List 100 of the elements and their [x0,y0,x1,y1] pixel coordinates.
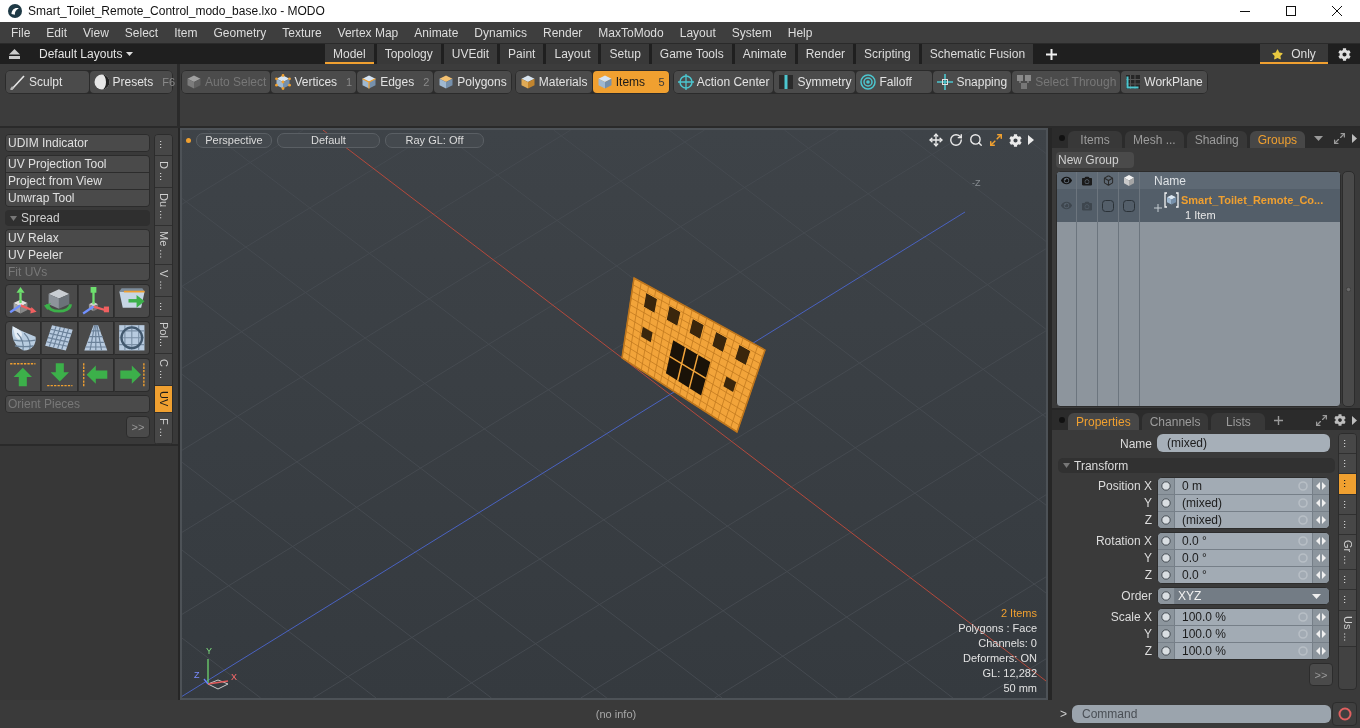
side-tab[interactable]: ... [1339,590,1356,611]
triangle-right-icon[interactable] [1352,133,1357,143]
layout-tab[interactable]: Scripting [856,44,919,64]
tool-button[interactable] [41,284,78,318]
triangle-right-icon[interactable] [1028,135,1034,145]
menu-item[interactable]: File [3,25,39,40]
side-tab[interactable]: Du ... [155,187,172,226]
toolbar-button[interactable]: WorkPlane [1121,71,1207,93]
side-tab[interactable]: ... [1339,434,1356,455]
tool-list-item[interactable]: Unwrap Tool [6,190,149,206]
toolbar-button[interactable]: Falloff [856,71,933,93]
side-tab[interactable]: V ... [155,265,172,297]
only-toggle[interactable]: Only [1260,44,1328,64]
camera-icon[interactable] [1082,175,1092,186]
search-icon[interactable] [969,133,983,147]
keyframe-circle-icon[interactable] [1158,567,1174,583]
keyframe-circle-icon[interactable] [1158,609,1174,625]
tool-button[interactable] [77,321,114,355]
panel-tab[interactable]: Groups [1249,131,1306,148]
eject-icon[interactable] [9,49,20,59]
toolbar-button[interactable]: Snapping [933,71,1012,93]
left-right-arrows-icon[interactable] [1313,567,1329,583]
tool-list-item[interactable]: UV Projection Tool [6,156,149,172]
view-button[interactable]: Ray GL: Off [385,133,484,148]
side-tab[interactable]: F ... [155,413,172,444]
keyframe-circle-icon[interactable] [1158,550,1174,566]
side-tab[interactable]: Gr ... [1339,534,1356,571]
section-header[interactable]: Transform [1058,458,1335,473]
toolbar-button[interactable]: Symmetry [774,71,856,93]
cube-outline-icon[interactable] [1102,175,1114,186]
menu-item[interactable]: Texture [274,25,330,40]
side-tab[interactable]: Us ... [1339,610,1356,648]
side-tab[interactable]: ... [155,296,172,318]
dropdown[interactable]: XYZ [1175,588,1329,604]
tool-list-item[interactable]: Project from View [6,173,149,189]
view-button[interactable]: Default [277,133,380,148]
value-field[interactable]: (mixed) [1175,512,1312,528]
menu-item[interactable]: Vertex Map [329,25,407,40]
panel-tab[interactable]: Properties [1068,413,1139,430]
side-tab[interactable]: ... [1339,514,1356,535]
tool-button[interactable] [41,358,78,392]
keyframe-circle-icon[interactable] [1158,495,1174,511]
toolbar-button[interactable]: Action Center [673,71,774,93]
3d-viewport[interactable]: Perspective Default Ray GL: Off -Z 2 Items Polygons : Face Channels: 0 Deformers: ON GL: 12,282 50 mm Y Z X [180,128,1048,700]
section-header[interactable]: Spread [5,210,150,226]
menu-item[interactable]: Dynamics [466,25,535,40]
expand-icon[interactable] [989,133,1003,147]
left-right-arrows-icon[interactable] [1313,533,1329,549]
side-tab[interactable]: ... [1339,474,1356,495]
maximize-icon[interactable] [1285,5,1297,17]
menu-item[interactable]: Edit [38,25,76,40]
side-tab[interactable]: Pol... [155,317,172,355]
tool-button[interactable] [5,321,42,355]
layout-tab[interactable]: Render [797,44,854,64]
panel-tab[interactable]: Channels [1141,413,1209,430]
layout-tab[interactable]: Topology [376,44,441,64]
value-field[interactable]: 0.0 ° [1175,567,1312,583]
eye-icon[interactable] [1061,175,1072,186]
keyframe-circle-icon[interactable] [1158,533,1174,549]
tool-button[interactable] [113,358,150,392]
menu-item[interactable]: Render [535,25,591,40]
move-icon[interactable] [929,133,943,147]
keyframe-circle-icon[interactable] [1158,626,1174,642]
toolbar-button[interactable]: Items 5 [592,71,669,93]
value-field[interactable]: 100.0 % [1175,626,1312,642]
left-right-arrows-icon[interactable] [1313,550,1329,566]
tool-button[interactable] [77,284,114,318]
left-right-arrows-icon[interactable] [1313,478,1329,494]
keyframe-circle-icon[interactable] [1158,588,1174,604]
keyframe-circle-icon[interactable] [1158,512,1174,528]
cube-icon[interactable] [1124,175,1134,186]
side-tab[interactable]: Me ... [155,225,172,266]
side-tab[interactable]: D ... [155,155,172,188]
expand-icon[interactable] [1315,413,1328,427]
settings-icon[interactable] [1334,414,1346,426]
layout-tab[interactable]: Setup [601,44,649,64]
side-tab[interactable]: ... [1339,494,1356,515]
panel-tab[interactable]: Items [1068,131,1122,148]
checkbox[interactable] [1102,199,1114,212]
layout-tab[interactable]: Model [325,44,374,64]
tool-button[interactable] [5,284,42,318]
caret-icon[interactable] [1314,135,1324,141]
panel-tab[interactable]: Shading [1186,131,1247,148]
tool-list-item[interactable]: UDIM Indicator [6,135,149,151]
tool-button[interactable] [113,321,150,355]
tool-button[interactable] [77,358,114,392]
side-tab[interactable]: C ... [155,354,172,387]
new-group-button[interactable]: New Group [1056,152,1134,168]
side-tab[interactable]: ... [155,135,172,156]
settings-icon[interactable] [1009,133,1022,147]
toolbar-button[interactable]: Vertices 1 [271,71,357,93]
layout-tab[interactable]: Paint [500,44,544,64]
value-field[interactable]: 0.0 ° [1175,533,1312,549]
toolbar-button[interactable]: Materials [515,71,592,93]
layout-tab[interactable]: Animate [734,44,795,64]
value-field[interactable]: 100.0 % [1175,609,1312,625]
wireframe-object-drawing[interactable] [621,276,766,434]
expand-icon[interactable] [1333,131,1346,145]
left-right-arrows-icon[interactable] [1313,626,1329,642]
value-field[interactable]: (mixed) [1175,495,1312,511]
